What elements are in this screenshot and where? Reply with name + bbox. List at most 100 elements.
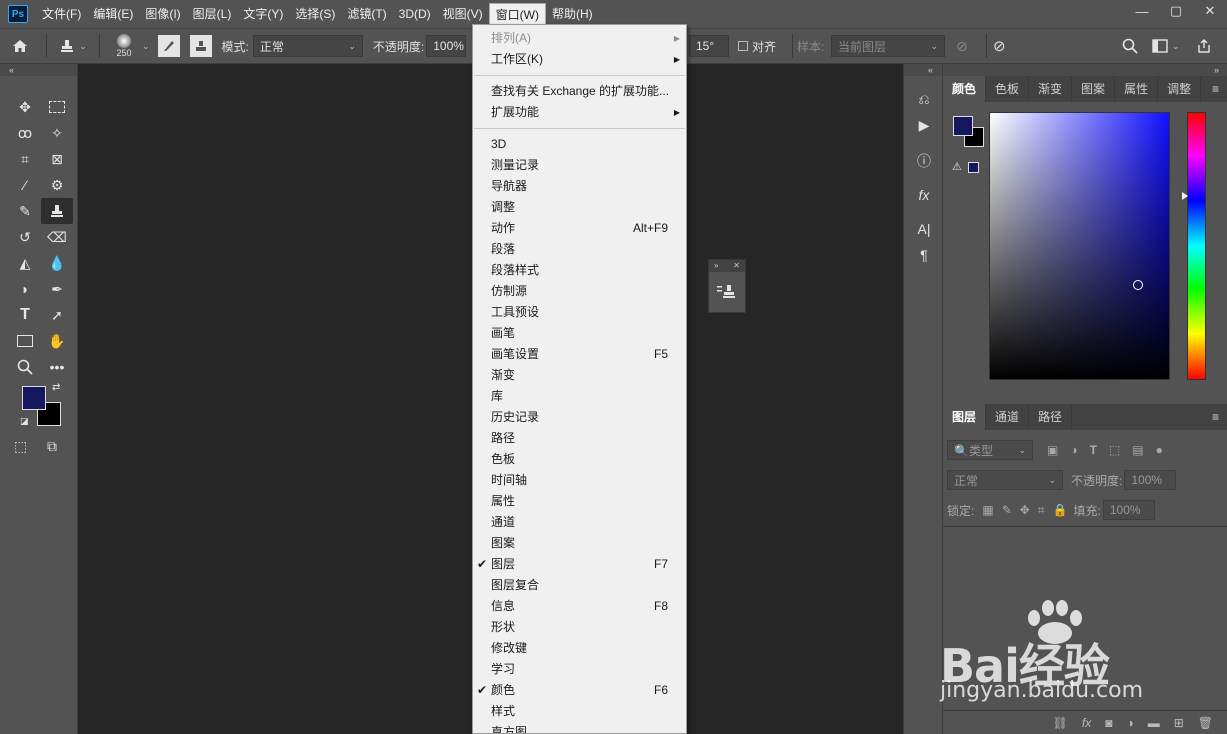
window-menu-item[interactable]: 学习 xyxy=(473,659,686,680)
mode-dropdown[interactable]: 正常 ⌄ xyxy=(252,35,363,57)
lock-transparency-icon[interactable]: ▦ xyxy=(982,503,993,517)
out-of-gamut-warning-icon[interactable]: ⚠ xyxy=(952,160,962,173)
window-menu-item[interactable]: 段落样式 xyxy=(473,260,686,281)
share-icon[interactable] xyxy=(1196,38,1212,54)
hue-slider[interactable] xyxy=(1182,112,1206,380)
collapse-panel-icon[interactable]: « xyxy=(0,64,77,76)
menu-9[interactable]: 窗口(W) xyxy=(488,3,546,25)
adjustment-layer-icon[interactable]: ◑ xyxy=(1126,716,1133,730)
filter-toggle-icon[interactable]: ● xyxy=(1156,443,1163,457)
close-icon[interactable]: ✕ xyxy=(733,260,740,272)
window-menu-item[interactable]: 动作 Alt+F9 xyxy=(473,218,686,239)
pressure-size-icon[interactable]: ⊘ xyxy=(993,37,1006,55)
window-menu-item[interactable]: 形状 xyxy=(473,617,686,638)
quick-mask-icon[interactable]: ⬚ xyxy=(14,438,27,455)
opacity-input[interactable]: 100% xyxy=(426,35,467,57)
menu-6[interactable]: 滤镜(T) xyxy=(341,3,392,25)
ignore-adjustment-layers-icon[interactable]: ⊘ xyxy=(956,38,968,55)
layers-panel-tab-2[interactable]: 路径 xyxy=(1029,404,1073,430)
menu-2[interactable]: 图像(I) xyxy=(139,3,186,25)
window-menu-item[interactable]: 图层复合 xyxy=(473,575,686,596)
color-panel-tab-0[interactable]: 颜色 xyxy=(943,76,987,102)
shape-layer-filter-icon[interactable]: ⬚ xyxy=(1109,443,1120,457)
window-menu-item[interactable]: 修改键 xyxy=(473,638,686,659)
window-menu-item[interactable]: 直方图 xyxy=(473,722,686,733)
window-menu-item[interactable]: 工作区(K) ▶ xyxy=(473,49,686,70)
panel-menu-icon[interactable]: ≡ xyxy=(1212,76,1219,102)
blend-mode-dropdown[interactable]: 正常 ⌄ xyxy=(947,470,1063,490)
window-menu-item[interactable]: 渐变 xyxy=(473,365,686,386)
lock-position-icon[interactable]: ✥ xyxy=(1020,503,1030,517)
type-tool-icon[interactable]: T xyxy=(9,302,41,328)
new-group-icon[interactable]: ▬ xyxy=(1148,716,1160,730)
history-panel-icon[interactable]: ⎌ xyxy=(904,86,944,112)
window-menu-item[interactable]: 工具预设 xyxy=(473,302,686,323)
layer-opacity-input[interactable]: 100% xyxy=(1124,470,1177,490)
color-panel-tab-5[interactable]: 调整 xyxy=(1158,76,1202,102)
align-checkbox[interactable]: 对齐 xyxy=(738,38,776,55)
color-picker-field[interactable] xyxy=(989,112,1170,380)
smart-object-filter-icon[interactable]: ▤ xyxy=(1132,443,1143,457)
window-menu-item[interactable]: 调整 xyxy=(473,197,686,218)
menu-5[interactable]: 选择(S) xyxy=(289,3,341,25)
path-selection-tool-icon[interactable]: ➚ xyxy=(41,302,73,328)
floating-panel-header[interactable]: » ✕ xyxy=(709,260,745,272)
chevron-down-icon[interactable]: ⌄ xyxy=(142,41,150,52)
color-panel-tab-1[interactable]: 色板 xyxy=(986,76,1030,102)
pixel-layer-filter-icon[interactable]: ▣ xyxy=(1047,443,1058,457)
frame-tool-icon[interactable]: ⊠ xyxy=(41,146,73,172)
layer-effects-icon[interactable]: fx xyxy=(1082,716,1091,730)
zoom-tool-icon[interactable] xyxy=(9,354,41,380)
layers-panel-tab-0[interactable]: 图层 xyxy=(943,404,987,430)
lasso-tool-icon[interactable]: ꝏ xyxy=(9,120,41,146)
link-layers-icon[interactable]: ⛓ xyxy=(1053,716,1068,730)
window-menu-item[interactable]: 测量记录 xyxy=(473,155,686,176)
expand-icon[interactable]: » xyxy=(714,260,718,272)
layer-filter-dropdown[interactable]: 🔍类型 ⌄ xyxy=(947,440,1033,460)
clone-source-icon[interactable] xyxy=(709,272,745,312)
window-menu-item[interactable]: 时间轴 xyxy=(473,470,686,491)
magic-wand-tool-icon[interactable]: ✧ xyxy=(41,120,73,146)
pen-tool-icon[interactable]: ✒ xyxy=(41,276,73,302)
foreground-color-swatch[interactable] xyxy=(22,386,46,410)
dodge-tool-icon[interactable]: ◗ xyxy=(9,276,41,302)
window-menu-item[interactable]: 色板 xyxy=(473,449,686,470)
window-menu-item[interactable]: ✔ 图层 F7 xyxy=(473,554,686,575)
lock-image-pixels-icon[interactable]: ✎ xyxy=(1002,503,1012,517)
color-panel-tab-4[interactable]: 属性 xyxy=(1115,76,1159,102)
info-panel-icon[interactable]: ⓘ xyxy=(904,148,944,174)
eyedropper-tool-icon[interactable]: ⁄ xyxy=(9,172,41,198)
window-menu-item[interactable]: 样式 xyxy=(473,701,686,722)
menu-4[interactable]: 文字(Y) xyxy=(237,3,289,25)
hand-tool-icon[interactable]: ✋ xyxy=(41,328,73,354)
menu-3[interactable]: 图层(L) xyxy=(187,3,238,25)
character-panel-icon[interactable]: A| xyxy=(904,216,944,242)
adjustment-layer-filter-icon[interactable]: ◑ xyxy=(1070,443,1077,457)
angle-input[interactable]: 15° xyxy=(689,35,729,57)
sample-dropdown[interactable]: 当前图层 ⌄ xyxy=(831,35,945,57)
layers-panel-tab-1[interactable]: 通道 xyxy=(986,404,1030,430)
brush-settings-icon[interactable] xyxy=(157,35,180,57)
menu-10[interactable]: 帮助(H) xyxy=(546,3,599,25)
crop-tool-icon[interactable]: ⌗ xyxy=(9,146,41,172)
window-menu-item[interactable]: 扩展功能 ▶ xyxy=(473,102,686,123)
rectangle-tool-icon[interactable] xyxy=(9,328,41,354)
window-menu-item[interactable]: 通道 xyxy=(473,512,686,533)
window-menu-item[interactable]: 画笔设置 F5 xyxy=(473,344,686,365)
styles-panel-icon[interactable]: fx xyxy=(904,182,944,208)
object-selection-tool-icon[interactable]: ⚙ xyxy=(41,172,73,198)
paragraph-panel-icon[interactable]: ¶ xyxy=(904,242,944,268)
window-menu-item[interactable]: 历史记录 xyxy=(473,407,686,428)
eraser-tool-icon[interactable]: ⌫ xyxy=(41,224,73,250)
blur-tool-icon[interactable]: 💧 xyxy=(41,250,73,276)
collapse-panel-icon[interactable]: « xyxy=(904,64,942,76)
window-menu-item[interactable]: 属性 xyxy=(473,491,686,512)
actions-panel-icon[interactable]: ▶ xyxy=(904,112,944,138)
window-menu-item[interactable]: 图案 xyxy=(473,533,686,554)
clone-source-icon[interactable] xyxy=(189,35,212,57)
window-menu-item[interactable]: 查找有关 Exchange 的扩展功能... xyxy=(473,81,686,102)
screen-mode-icon[interactable]: ⧉ xyxy=(47,438,57,455)
home-icon[interactable] xyxy=(0,38,40,54)
brush-tool-icon[interactable]: ✎ xyxy=(9,198,41,224)
color-picker-cursor[interactable] xyxy=(1133,280,1143,290)
